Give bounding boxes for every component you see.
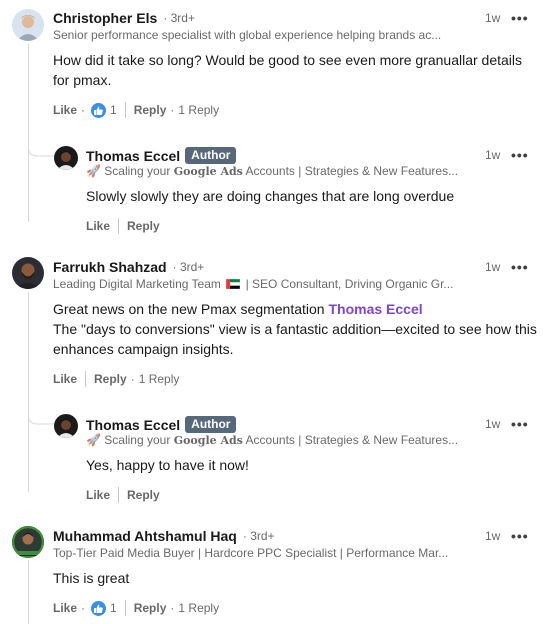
like-button[interactable]: Like [53, 372, 77, 386]
uae-flag-icon [225, 278, 241, 290]
comment-text: How did it take so long? Would be good t… [53, 52, 523, 88]
connection-degree: · 3rd+ [242, 529, 275, 543]
reply-button[interactable]: Reply [134, 601, 167, 615]
comment-text: Yes, happy to have it now! [86, 457, 249, 473]
like-button[interactable]: Like [53, 103, 77, 117]
like-button[interactable]: Like [53, 601, 77, 615]
avatar[interactable] [54, 146, 78, 170]
more-options-icon[interactable]: ••• [511, 260, 529, 274]
reaction-count[interactable]: 1 [110, 601, 117, 615]
reply-button[interactable]: Reply [127, 219, 160, 233]
timestamp: 1w [485, 11, 501, 25]
comment-actions: Like Reply · 1 Reply [53, 371, 180, 387]
comment-actions: Like Reply [86, 218, 160, 234]
divider [124, 102, 126, 118]
timestamp: 1w [485, 417, 501, 431]
comment-actions: Like · 1 Reply · 1 Reply [53, 600, 220, 616]
avatar[interactable] [54, 414, 78, 438]
reply-button[interactable]: Reply [134, 103, 167, 117]
rocket-icon: 🚀 [86, 433, 101, 447]
divider [85, 371, 87, 387]
comment-text: This is great [53, 570, 130, 586]
replies-count[interactable]: 1 Reply [139, 372, 180, 386]
comment-actions: Like Reply [86, 487, 160, 503]
timestamp: 1w [485, 260, 501, 274]
commenter-headline: Senior performance specialist with globa… [53, 28, 442, 42]
thread-line [28, 292, 29, 492]
replies-count[interactable]: 1 Reply [178, 601, 219, 615]
timestamp: 1w [485, 148, 501, 162]
commenter-headline: 🚀 Scaling your Google Ads Accounts | Str… [86, 433, 459, 447]
divider [118, 487, 120, 503]
commenter-name[interactable]: Christopher Els [53, 10, 157, 26]
reply-button[interactable]: Reply [127, 488, 160, 502]
reply-connector [28, 408, 54, 425]
rocket-icon: 🚀 [86, 164, 101, 178]
commenter-name[interactable]: Thomas Eccel [86, 417, 180, 433]
avatar[interactable] [12, 526, 44, 558]
divider [124, 600, 126, 616]
commenter-headline: 🚀 Scaling your Google Ads Accounts | Str… [86, 164, 459, 178]
more-options-icon[interactable]: ••• [511, 11, 529, 25]
author-badge: Author [185, 416, 237, 433]
more-options-icon[interactable]: ••• [511, 148, 529, 162]
like-button[interactable]: Like [86, 488, 110, 502]
author-badge: Author [185, 147, 237, 164]
reaction-count[interactable]: 1 [110, 103, 117, 117]
timestamp: 1w [485, 529, 501, 543]
thread-line [28, 560, 29, 624]
more-options-icon[interactable]: ••• [511, 417, 529, 431]
comment-actions: Like · 1 Reply · 1 Reply [53, 102, 220, 118]
mention-link[interactable]: Thomas Eccel [328, 301, 422, 317]
divider [118, 218, 120, 234]
connection-degree: · 3rd+ [172, 260, 205, 274]
commenter-headline: Leading Digital Marketing Team | SEO Con… [53, 277, 454, 291]
thread-line [28, 44, 29, 222]
avatar[interactable] [12, 9, 44, 41]
commenter-name[interactable]: Muhammad Ahtshamul Haq [53, 528, 237, 544]
thumbs-up-reaction-icon[interactable] [91, 600, 107, 616]
like-button[interactable]: Like [86, 219, 110, 233]
reply-button[interactable]: Reply [94, 372, 127, 386]
reply-connector [28, 140, 54, 157]
commenter-name[interactable]: Thomas Eccel [86, 148, 180, 164]
comment-text: Great news on the new Pmax segmentation … [53, 301, 537, 357]
commenter-headline: Top-Tier Paid Media Buyer | Hardcore PPC… [53, 546, 449, 560]
more-options-icon[interactable]: ••• [511, 529, 529, 543]
comment-text: Slowly slowly they are doing changes tha… [86, 188, 455, 204]
connection-degree: · 3rd+ [163, 11, 195, 25]
thumbs-up-reaction-icon[interactable] [91, 102, 107, 118]
replies-count[interactable]: 1 Reply [178, 103, 219, 117]
avatar[interactable] [12, 257, 44, 289]
commenter-name[interactable]: Farrukh Shahzad [53, 259, 167, 275]
